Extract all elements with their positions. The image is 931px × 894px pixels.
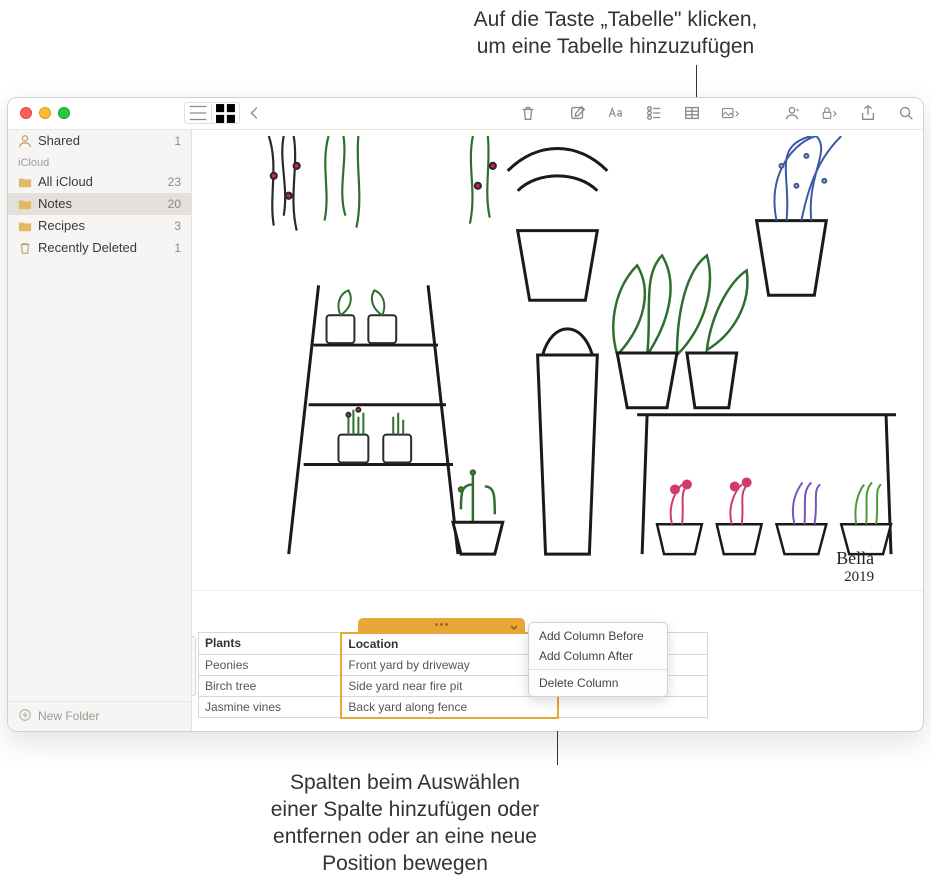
collaborate-icon <box>783 104 801 122</box>
list-view-icon <box>185 100 211 126</box>
lock-button[interactable] <box>819 102 841 124</box>
table-row[interactable]: Jasmine vines Back yard along fence <box>199 696 708 718</box>
table-cell[interactable]: Side yard near fire pit <box>341 675 557 696</box>
window-body: Shared 1 iCloud All iCloud 23 Notes 20 <box>8 130 923 731</box>
menu-item-delete-column[interactable]: Delete Column <box>529 673 667 693</box>
chevron-down-icon <box>509 620 519 638</box>
back-button[interactable] <box>244 102 266 124</box>
sidebar-item-count: 1 <box>174 241 181 255</box>
folder-icon <box>18 197 32 211</box>
table-icon <box>683 104 701 122</box>
plus-circle-icon <box>18 708 32 725</box>
format-button[interactable] <box>605 102 627 124</box>
sidebar: Shared 1 iCloud All iCloud 23 Notes 20 <box>8 130 192 731</box>
menu-item-add-column-before[interactable]: Add Column Before <box>529 626 667 646</box>
traffic-lights <box>14 107 76 119</box>
note-drawing: Bella 2019 <box>192 130 923 591</box>
format-icon <box>607 104 625 122</box>
toolbar-right <box>567 102 917 124</box>
table-header[interactable]: Plants <box>199 633 342 655</box>
table-header[interactable]: Location <box>341 633 557 655</box>
table-cell[interactable]: Back yard along fence <box>341 696 557 718</box>
drawing-signature: Bella <box>836 548 874 568</box>
close-window-button[interactable] <box>20 107 32 119</box>
plants-drawing: Bella 2019 <box>198 136 917 584</box>
callout-line-top <box>696 65 697 97</box>
table-cell[interactable]: Birch tree <box>199 675 342 696</box>
sidebar-item-count: 23 <box>168 175 181 189</box>
sidebar-item-count: 3 <box>174 219 181 233</box>
new-folder-button[interactable]: New Folder <box>8 701 191 731</box>
note-content: Bella 2019 Plants Locatio <box>192 130 923 731</box>
grid-view-button[interactable] <box>212 102 240 124</box>
table-cell[interactable] <box>558 696 708 718</box>
search-icon <box>897 104 915 122</box>
callout-bottom: Spalten beim Auswählen einer Spalte hinz… <box>230 769 580 878</box>
app-window: Shared 1 iCloud All iCloud 23 Notes 20 <box>7 97 924 732</box>
delete-button[interactable] <box>517 102 539 124</box>
sidebar-item-shared[interactable]: Shared 1 <box>8 130 191 152</box>
row-handle[interactable] <box>192 636 196 696</box>
sidebar-item-count: 1 <box>174 134 181 148</box>
new-folder-label: New Folder <box>38 709 99 723</box>
sidebar-item-notes[interactable]: Notes 20 <box>8 193 191 215</box>
checklist-button[interactable] <box>643 102 665 124</box>
callout-line-bottom <box>557 727 558 765</box>
sidebar-item-label: Recipes <box>38 218 85 233</box>
table-button[interactable] <box>681 102 703 124</box>
column-handle[interactable] <box>358 618 525 632</box>
sidebar-item-count: 20 <box>168 197 181 211</box>
trash-icon <box>519 104 537 122</box>
fullscreen-window-button[interactable] <box>58 107 70 119</box>
share-button[interactable] <box>857 102 879 124</box>
sidebar-item-recently-deleted[interactable]: Recently Deleted 1 <box>8 237 191 259</box>
svg-text:2019: 2019 <box>844 569 874 584</box>
media-button[interactable] <box>719 102 741 124</box>
table-cell[interactable]: Peonies <box>199 654 342 675</box>
list-view-button[interactable] <box>184 102 212 124</box>
sidebar-item-label: Recently Deleted <box>38 240 137 255</box>
note-table-wrap: Plants Location Peonies Front yard by dr… <box>198 618 708 719</box>
search-button[interactable] <box>895 102 917 124</box>
checklist-icon <box>645 104 663 122</box>
sidebar-item-label: All iCloud <box>38 174 93 189</box>
sidebar-item-recipes[interactable]: Recipes 3 <box>8 215 191 237</box>
sidebar-item-all-icloud[interactable]: All iCloud 23 <box>8 171 191 193</box>
minimize-window-button[interactable] <box>39 107 51 119</box>
folder-icon <box>18 219 32 233</box>
column-context-menu: Add Column Before Add Column After Delet… <box>528 622 668 697</box>
menu-separator <box>529 669 667 670</box>
chevron-left-icon <box>246 104 264 122</box>
grid-view-icon <box>212 100 239 127</box>
titlebar <box>8 98 923 130</box>
view-segmented-control <box>184 102 240 124</box>
folder-icon <box>18 175 32 189</box>
sidebar-item-label: Shared <box>38 133 80 148</box>
sidebar-item-label: Notes <box>38 196 72 211</box>
compose-icon <box>569 104 587 122</box>
menu-item-add-column-after[interactable]: Add Column After <box>529 646 667 666</box>
collaborate-button[interactable] <box>781 102 803 124</box>
table-cell[interactable]: Jasmine vines <box>199 696 342 718</box>
lock-icon <box>821 104 839 122</box>
table-cell[interactable]: Front yard by driveway <box>341 654 557 675</box>
person-icon <box>18 134 32 148</box>
media-icon <box>721 104 739 122</box>
compose-button[interactable] <box>567 102 589 124</box>
sidebar-section-header: iCloud <box>8 152 191 171</box>
trash-icon <box>18 241 32 255</box>
share-icon <box>859 104 877 122</box>
callout-top: Auf die Taste „Tabelle" klicken, um eine… <box>300 0 931 61</box>
